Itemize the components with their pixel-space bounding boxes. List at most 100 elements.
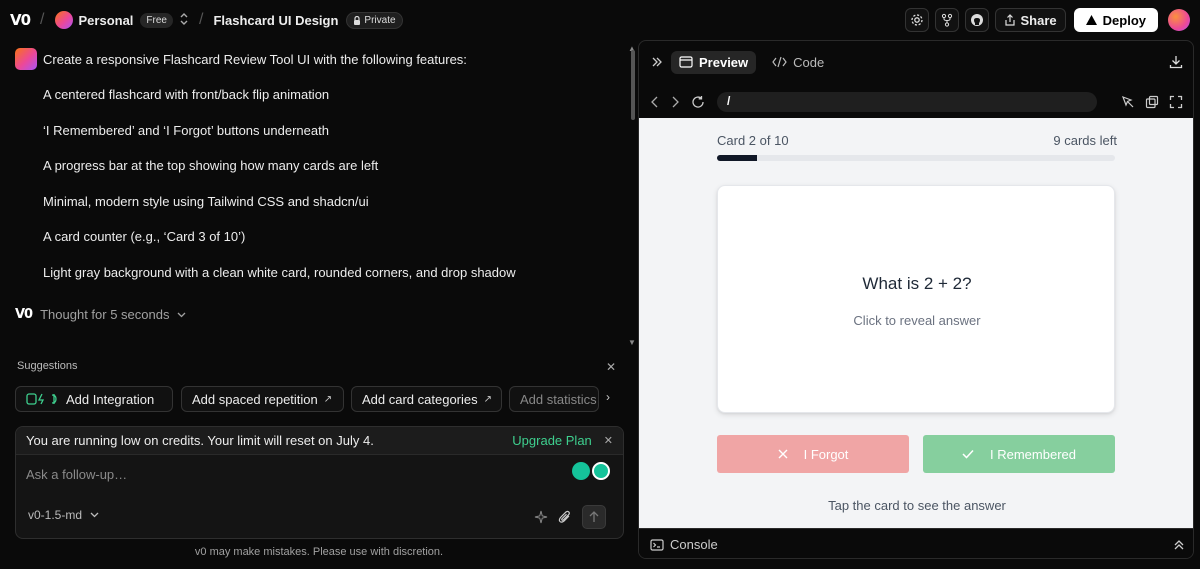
arrow-up-right-icon: ↗ — [483, 393, 493, 405]
workspace-name[interactable]: Personal — [79, 13, 134, 28]
deploy-button[interactable]: Deploy — [1073, 8, 1158, 32]
tab-code[interactable]: Code — [764, 51, 832, 74]
progress-bar-fill — [717, 155, 757, 161]
user-avatar[interactable] — [1168, 9, 1190, 31]
flashcard[interactable]: What is 2 + 2? Click to reveal answer — [717, 185, 1115, 413]
url-bar: / — [639, 87, 1193, 117]
breadcrumb-separator: / — [40, 11, 45, 28]
console-bar[interactable]: Console — [639, 528, 1193, 558]
footer-hint: Tap the card to see the answer — [828, 498, 1006, 513]
code-icon — [772, 56, 787, 68]
send-button[interactable] — [582, 505, 606, 529]
refresh-icon[interactable] — [691, 95, 705, 109]
chip-label: Add Integration — [66, 391, 155, 407]
workspace-avatar — [54, 11, 73, 29]
terminal-icon — [650, 538, 664, 551]
disclaimer: v0 may make mistakes. Please use with di… — [194, 546, 444, 558]
browser-window-icon — [679, 56, 693, 68]
thought-toggle[interactable]: V0 Thought for 5 seconds — [15, 307, 186, 322]
preview-panel: Preview Code / Card 2 of 10 9 cards left… — [638, 40, 1194, 559]
workspace-switcher-icon[interactable] — [179, 12, 189, 29]
console-label: Console — [670, 537, 718, 552]
prompt-line: Create a responsive Flashcard Review Too… — [43, 52, 467, 67]
project-name[interactable]: Flashcard UI Design — [213, 13, 338, 28]
top-bar: V0 / Personal Free / Flashcard UI Design… — [0, 0, 1200, 40]
open-new-window-icon[interactable] — [1145, 95, 1159, 109]
forward-icon[interactable] — [671, 96, 679, 108]
github-button[interactable] — [964, 8, 989, 32]
suggestion-spaced-repetition[interactable]: Add spaced repetition ↗ — [181, 386, 344, 412]
breadcrumb-separator: / — [198, 11, 204, 28]
flashcard-question: What is 2 + 2? — [862, 274, 972, 293]
forgot-label: I Forgot — [803, 446, 849, 462]
collapse-panel-icon[interactable] — [651, 56, 663, 68]
triangle-icon — [1085, 15, 1097, 25]
upgrade-plan-link[interactable]: Upgrade Plan — [512, 433, 592, 448]
v0-logo[interactable]: V0 — [10, 11, 31, 29]
tab-preview[interactable]: Preview — [671, 50, 757, 74]
visibility-label: Private — [364, 14, 396, 26]
suggestions-title: Suggestions — [17, 360, 78, 372]
cards-left: 9 cards left — [1053, 133, 1117, 148]
suggestion-statistics[interactable]: Add statistics — [509, 386, 599, 412]
tab-label: Code — [793, 54, 825, 70]
app-preview: Card 2 of 10 9 cards left What is 2 + 2?… — [639, 118, 1193, 528]
lock-icon — [354, 15, 361, 25]
share-icon — [1004, 14, 1015, 26]
back-icon[interactable] — [651, 96, 659, 108]
chevron-down-icon — [178, 312, 186, 317]
suggestions-close-icon[interactable]: ✕ — [606, 360, 616, 374]
scroll-down-arrow[interactable]: ▼ — [628, 338, 636, 347]
visibility-badge[interactable]: Private — [346, 11, 403, 29]
deploy-label: Deploy — [1102, 12, 1146, 28]
fork-button[interactable] — [934, 8, 959, 32]
gear-icon — [910, 14, 923, 26]
arrow-up-right-icon: ↗ — [323, 393, 333, 405]
integration-icons — [26, 393, 57, 405]
chevron-right-icon[interactable]: › — [606, 390, 610, 404]
remembered-label: I Remembered — [990, 446, 1076, 462]
chevron-down-icon — [90, 512, 99, 518]
i-forgot-button[interactable]: I Forgot — [717, 435, 909, 473]
i-remembered-button[interactable]: I Remembered — [923, 435, 1115, 473]
git-fork-icon — [941, 13, 952, 27]
model-label: v0-1.5-md — [28, 508, 83, 522]
chip-label: Add card categories — [362, 391, 478, 407]
chip-label: Add statistics — [520, 391, 597, 407]
card-counter: Card 2 of 10 — [717, 133, 789, 148]
model-selector[interactable]: v0-1.5-md — [28, 508, 99, 522]
prompt-line: A centered flashcard with front/back fli… — [43, 87, 330, 102]
sparkle-icon[interactable] — [534, 510, 548, 524]
share-button[interactable]: Share — [994, 8, 1066, 32]
chevrons-up-icon[interactable] — [1174, 539, 1184, 551]
prompt-line: Minimal, modern style using Tailwind CSS… — [43, 194, 369, 209]
x-icon — [778, 449, 788, 459]
close-icon[interactable]: ✕ — [604, 434, 613, 447]
chat-scrollbar-thumb[interactable] — [631, 50, 635, 120]
composer: You are running low on credits. Your lim… — [15, 426, 624, 539]
check-icon — [962, 449, 974, 459]
plan-badge: Free — [140, 12, 173, 28]
grammarly-icon[interactable] — [572, 462, 610, 482]
paperclip-icon[interactable] — [558, 510, 572, 524]
chat-panel: Create a responsive Flashcard Review Too… — [0, 40, 638, 569]
thought-label: Thought for 5 seconds — [40, 307, 170, 322]
select-element-icon[interactable] — [1121, 95, 1135, 109]
preview-header: Preview Code — [639, 41, 1193, 83]
follow-up-input[interactable]: Ask a follow-up… — [26, 467, 127, 482]
url-input[interactable]: / — [717, 92, 1097, 112]
prompt-line: Light gray background with a clean white… — [43, 265, 516, 280]
suggestion-card-categories[interactable]: Add card categories ↗ — [351, 386, 502, 412]
user-message-avatar — [15, 48, 37, 70]
suggestion-add-integration[interactable]: Add Integration — [15, 386, 173, 412]
prompt-line: ‘I Remembered’ and ‘I Forgot’ buttons un… — [43, 123, 329, 138]
download-icon[interactable] — [1169, 55, 1183, 69]
fullscreen-icon[interactable] — [1169, 95, 1183, 109]
settings-button[interactable] — [904, 8, 929, 32]
prompt-line: A card counter (e.g., ‘Card 3 of 10’) — [43, 229, 246, 244]
credits-message: You are running low on credits. Your lim… — [26, 433, 374, 448]
progress-bar — [717, 155, 1115, 161]
credits-banner: You are running low on credits. Your lim… — [16, 427, 623, 455]
chip-label: Add spaced repetition — [192, 391, 318, 407]
reveal-hint: Click to reveal answer — [853, 313, 981, 328]
